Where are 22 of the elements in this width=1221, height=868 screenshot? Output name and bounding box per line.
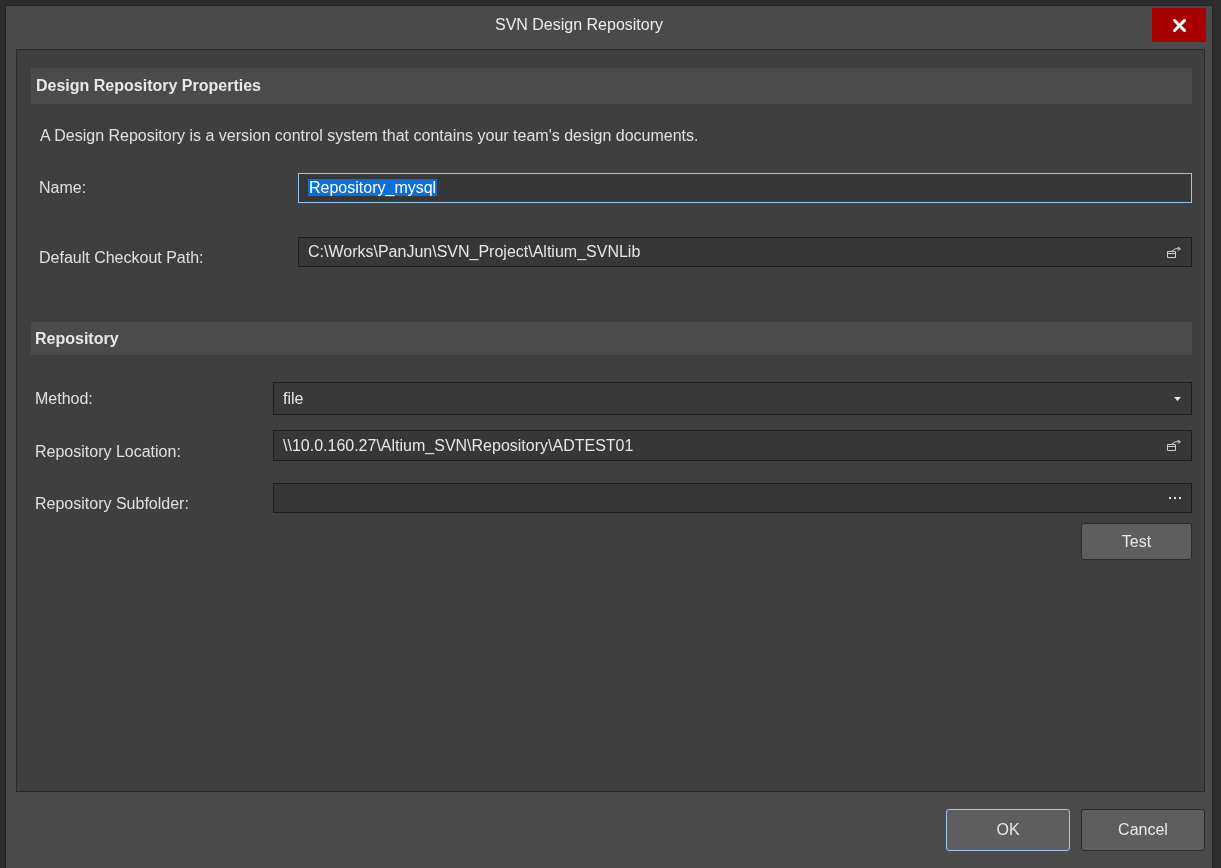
ok-button[interactable]: OK bbox=[946, 809, 1070, 851]
window-title: SVN Design Repository bbox=[493, 14, 665, 35]
field-label: Name: bbox=[38, 178, 88, 198]
folder-icon bbox=[1167, 246, 1181, 258]
text-field[interactable]: Repository_mysql bbox=[298, 173, 1192, 203]
test-button[interactable]: Test bbox=[1081, 523, 1192, 560]
dropdown-field[interactable]: file bbox=[273, 382, 1192, 415]
field-label: Repository Subfolder: bbox=[34, 494, 190, 514]
section-header: Design Repository Properties bbox=[31, 68, 1192, 104]
field-label: Repository Location: bbox=[34, 441, 182, 462]
text-field[interactable] bbox=[273, 483, 1192, 513]
section-header: Repository bbox=[31, 322, 1192, 355]
path-field[interactable]: \\10.0.160.27\Altium_SVN\Repository\ADTEST01 bbox=[273, 430, 1192, 461]
description-text: A Design Repository is a version control system that contains your team's design documents. bbox=[39, 126, 700, 146]
close-icon bbox=[1172, 18, 1186, 32]
path-field[interactable]: C:\Works\PanJun\SVN_Project\Altium_SVNLib bbox=[298, 237, 1192, 267]
field-label: Default Checkout Path: bbox=[38, 248, 205, 268]
folder-icon bbox=[1167, 440, 1181, 451]
caret-icon bbox=[1174, 396, 1181, 401]
cancel-button[interactable]: Cancel bbox=[1081, 809, 1205, 851]
close-button[interactable] bbox=[1152, 8, 1206, 42]
field-label: Method: bbox=[34, 388, 94, 409]
